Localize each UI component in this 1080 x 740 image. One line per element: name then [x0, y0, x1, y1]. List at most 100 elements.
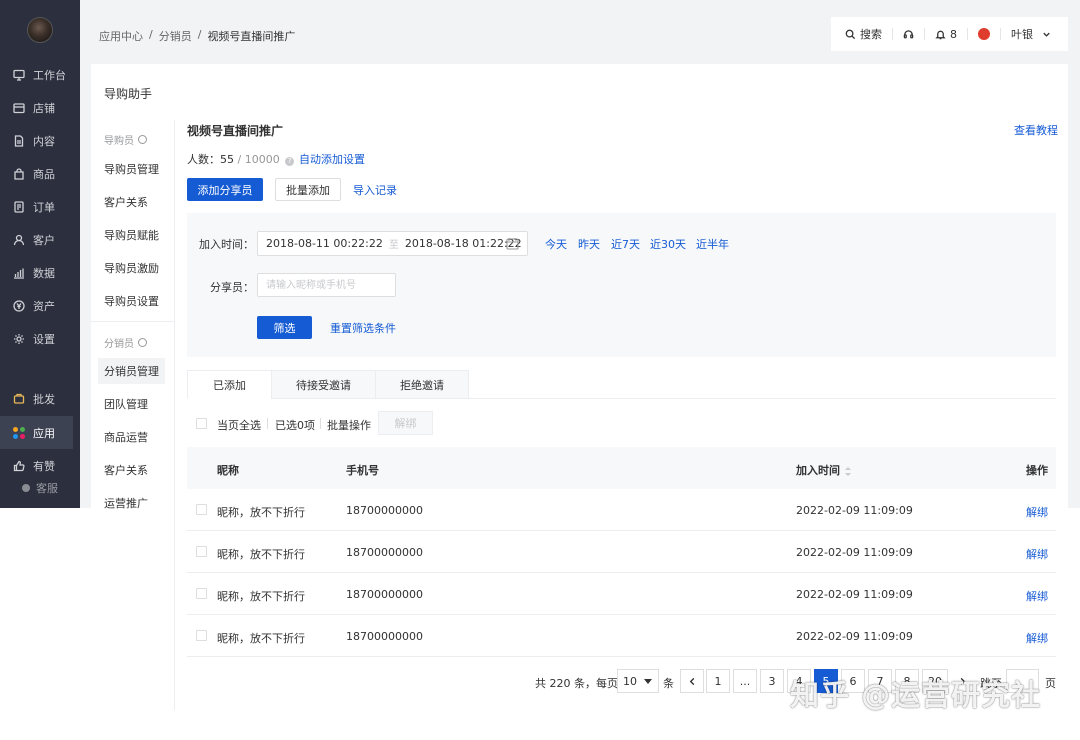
quick-today[interactable]: 今天 — [545, 236, 567, 252]
sidebar-item-data[interactable]: 数据 — [0, 256, 80, 289]
subnav-group-distributor[interactable]: 分销员 — [104, 335, 147, 350]
reset-filter-link[interactable]: 重置筛选条件 — [330, 320, 396, 336]
sidebar-item-label: 商品 — [33, 167, 55, 181]
batch-unbind-button[interactable]: 解绑 — [378, 411, 433, 435]
user-menu[interactable]: 叶银 — [978, 26, 1052, 42]
count-value: 55 — [220, 153, 234, 166]
sub-navigation: 导购员 导购员管理 客户关系 导购员赋能 导购员激励 导购员设置 分销员 分销员… — [91, 120, 175, 710]
sidebar-item-customers[interactable]: 客户 — [0, 223, 80, 256]
sort-icon[interactable] — [845, 466, 851, 476]
bag-icon — [14, 167, 24, 180]
quick-30days[interactable]: 近30天 — [650, 236, 686, 252]
batch-add-button[interactable]: 批量添加 — [275, 178, 341, 201]
sidebar-item-apps[interactable]: 应用 — [0, 416, 73, 449]
sidebar-item-label: 工作台 — [33, 68, 66, 82]
search-button[interactable]: 搜索 — [845, 26, 882, 42]
subnav-item-guide-enable[interactable]: 导购员赋能 — [104, 227, 159, 243]
sidebar-item-label: 有赞 — [33, 459, 55, 473]
subnav-item-distributor-manage[interactable]: 分销员管理 — [98, 358, 165, 384]
sharer-search-input[interactable] — [257, 273, 396, 297]
sidebar-item-orders[interactable]: 订单 — [0, 190, 80, 223]
breadcrumb-distributor[interactable]: 分销员 — [159, 28, 192, 44]
end-date: 2018-08-18 01:22:22 — [404, 237, 522, 250]
tab-rejected[interactable]: 拒绝邀请 — [375, 370, 469, 399]
sidebar-item-youzan[interactable]: 有赞 — [0, 449, 80, 482]
unbind-link[interactable]: 解绑 — [1026, 588, 1048, 604]
cell-phone: 18700000000 — [346, 504, 423, 517]
sidebar-item-wholesale[interactable]: 批发 — [0, 382, 80, 415]
quick-yesterday[interactable]: 昨天 — [578, 236, 600, 252]
row-checkbox[interactable] — [196, 630, 207, 641]
subnav-item-team-manage[interactable]: 团队管理 — [104, 396, 148, 412]
tab-added[interactable]: 已添加 — [187, 370, 272, 399]
select-page-checkbox[interactable] — [196, 418, 207, 429]
unbind-link[interactable]: 解绑 — [1026, 546, 1048, 562]
divider — [320, 418, 321, 429]
search-label: 搜索 — [860, 28, 882, 41]
quick-7days[interactable]: 近7天 — [611, 236, 640, 252]
view-tutorial-link[interactable]: 查看教程 — [1014, 122, 1058, 138]
sidebar-item-content[interactable]: 内容 — [0, 124, 80, 157]
range-separator: 至 — [388, 240, 399, 251]
subnav-item-customer-relation-2[interactable]: 客户关系 — [104, 462, 148, 478]
subnav-item-guide-incentive[interactable]: 导购员激励 — [104, 260, 159, 276]
auto-add-settings-link[interactable]: 自动添加设置 — [299, 151, 365, 167]
import-record-link[interactable]: 导入记录 — [353, 182, 397, 198]
headset-button[interactable] — [903, 29, 914, 40]
filter-button[interactable]: 筛选 — [257, 316, 312, 339]
member-count: 人数：55 / 10000 ? — [187, 151, 295, 167]
sidebar-item-assets[interactable]: 资产 — [0, 289, 80, 322]
row-checkbox[interactable] — [196, 546, 207, 557]
customer-service-label: 客服 — [36, 482, 58, 495]
help-icon[interactable]: ? — [285, 157, 295, 166]
join-time-label: 加入时间： — [199, 238, 254, 251]
row-checkbox[interactable] — [196, 588, 207, 599]
col-join-time-label: 加入时间 — [796, 464, 840, 477]
customer-service[interactable]: 客服 — [22, 480, 58, 496]
pagination-total: 共 220 条，每页 — [535, 677, 618, 690]
row-checkbox[interactable] — [196, 504, 207, 515]
bar-chart-icon — [14, 268, 24, 279]
count-max: / 10000 — [237, 153, 280, 166]
table-row — [187, 489, 1056, 531]
sidebar-item-shop[interactable]: 店铺 — [0, 91, 80, 124]
page-ellipsis[interactable]: ... — [733, 669, 757, 693]
page-size-select[interactable]: 10 — [617, 669, 659, 693]
sidebar-item-goods[interactable]: 商品 — [0, 157, 80, 190]
divider — [1000, 28, 1001, 40]
subnav-item-guide-manage[interactable]: 导购员管理 — [104, 161, 159, 177]
collapse-icon — [138, 338, 147, 347]
notification-button[interactable]: 8 — [935, 28, 957, 41]
col-join-time[interactable]: 加入时间 — [796, 462, 851, 478]
add-sharer-button[interactable]: 添加分享员 — [187, 178, 263, 201]
bell-icon — [935, 30, 946, 39]
sidebar-item-label: 订单 — [33, 200, 55, 214]
subnav-group-guide[interactable]: 导购员 — [104, 132, 147, 147]
page-title: 导购助手 — [104, 87, 153, 101]
page-button[interactable]: 1 — [706, 669, 730, 693]
sharer-label: 分享员： — [210, 281, 254, 294]
unbind-link[interactable]: 解绑 — [1026, 630, 1048, 646]
prev-page-button[interactable] — [680, 669, 704, 693]
col-nickname: 昵称 — [217, 464, 239, 477]
page-button[interactable]: 3 — [760, 669, 784, 693]
sidebar-item-settings[interactable]: 设置 — [0, 322, 80, 355]
subnav-item-guide-settings[interactable]: 导购员设置 — [104, 293, 159, 309]
unbind-link[interactable]: 解绑 — [1026, 504, 1048, 520]
avatar[interactable] — [27, 17, 53, 43]
subnav-item-ops-promotion[interactable]: 运营推广 — [104, 495, 148, 511]
table-row — [187, 531, 1056, 573]
caret-down-icon — [644, 679, 652, 684]
headset-icon — [903, 29, 914, 38]
subnav-item-goods-ops[interactable]: 商品运营 — [104, 429, 148, 445]
subnav-item-customer-relation[interactable]: 客户关系 — [104, 194, 148, 210]
date-range-picker[interactable]: 2018-08-11 00:22:22 至 2018-08-18 01:22:2… — [257, 231, 528, 256]
gear-icon — [14, 333, 24, 344]
tab-pending[interactable]: 待接受邀请 — [271, 370, 376, 399]
thumb-icon — [13, 460, 25, 471]
breadcrumb-app-center[interactable]: 应用中心 — [99, 28, 143, 44]
cell-time: 2022-02-09 11:09:09 — [796, 630, 913, 643]
quick-half-year[interactable]: 近半年 — [696, 236, 729, 252]
sidebar-item-workbench[interactable]: 工作台 — [0, 58, 80, 91]
goto-page-unit: 页 — [1045, 677, 1056, 690]
